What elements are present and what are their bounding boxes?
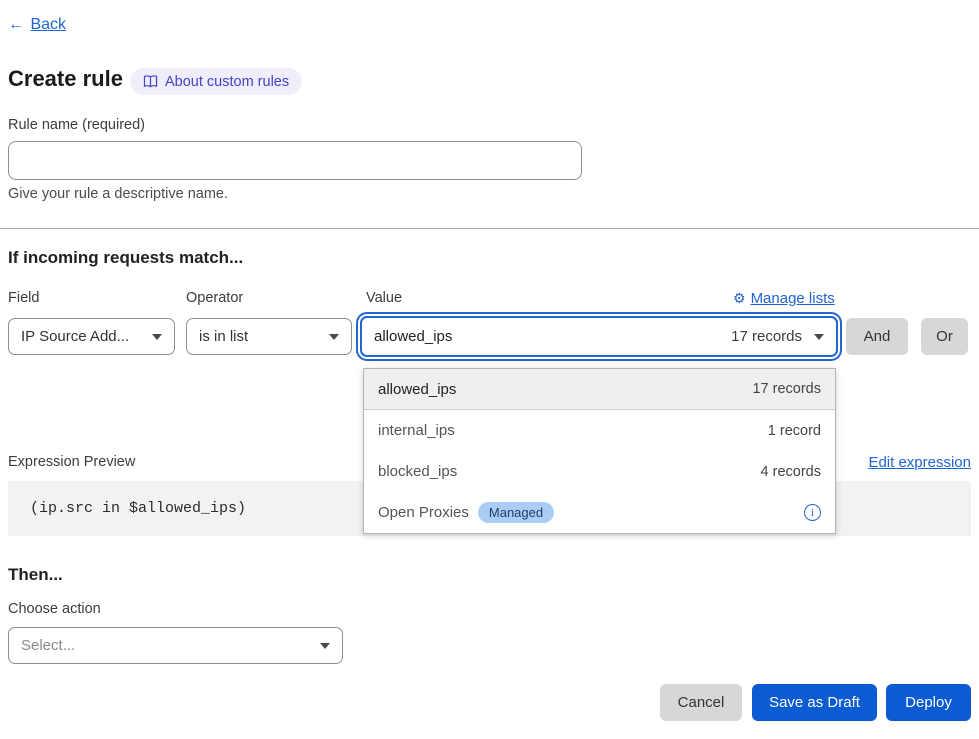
- managed-badge: Managed: [478, 502, 554, 523]
- option-records: 4 records: [761, 464, 821, 480]
- field-select-value: IP Source Add...: [21, 328, 129, 345]
- field-select[interactable]: IP Source Add...: [8, 318, 175, 355]
- section-divider: [0, 228, 979, 229]
- operator-label: Operator: [186, 290, 243, 306]
- then-section-heading: Then...: [8, 565, 63, 585]
- option-name: Open Proxies: [378, 504, 469, 521]
- value-label: Value: [366, 290, 402, 306]
- operator-select-value: is in list: [199, 328, 248, 345]
- about-custom-rules-link[interactable]: About custom rules: [130, 68, 302, 95]
- option-name: internal_ips: [378, 422, 455, 439]
- expression-preview-label: Expression Preview: [8, 454, 135, 470]
- dropdown-option-allowed-ips[interactable]: allowed_ips 17 records: [364, 369, 835, 410]
- about-badge-label: About custom rules: [165, 74, 289, 90]
- value-select[interactable]: allowed_ips 17 records: [360, 316, 838, 357]
- option-records: 1 record: [768, 423, 821, 439]
- dropdown-option-open-proxies[interactable]: Open Proxies Managed i: [364, 492, 835, 533]
- operator-select[interactable]: is in list: [186, 318, 352, 355]
- rule-name-input[interactable]: [8, 141, 582, 180]
- action-select[interactable]: Select...: [8, 627, 343, 664]
- action-select-placeholder: Select...: [21, 637, 75, 654]
- back-label: Back: [30, 16, 66, 33]
- chevron-down-icon: [329, 334, 339, 340]
- value-select-value: allowed_ips: [374, 328, 452, 345]
- manage-lists-label: Manage lists: [751, 290, 835, 307]
- page-title: Create rule: [8, 66, 123, 92]
- deploy-button[interactable]: Deploy: [886, 684, 971, 721]
- gear-icon: ⚙: [733, 290, 746, 307]
- dropdown-option-internal-ips[interactable]: internal_ips 1 record: [364, 410, 835, 451]
- option-name: blocked_ips: [378, 463, 457, 480]
- option-records: 17 records: [752, 381, 821, 397]
- chevron-down-icon: [152, 334, 162, 340]
- rule-name-label: Rule name (required): [8, 117, 145, 133]
- chevron-down-icon: [320, 643, 330, 649]
- chevron-down-icon: [814, 334, 824, 340]
- match-section-heading: If incoming requests match...: [8, 248, 243, 268]
- rule-name-help: Give your rule a descriptive name.: [8, 186, 228, 202]
- choose-action-label: Choose action: [8, 601, 101, 617]
- back-link[interactable]: ← Back: [8, 16, 66, 34]
- and-button[interactable]: And: [846, 318, 908, 355]
- or-button[interactable]: Or: [921, 318, 968, 355]
- book-icon: [143, 75, 158, 88]
- dropdown-option-blocked-ips[interactable]: blocked_ips 4 records: [364, 451, 835, 492]
- expression-code: (ip.src in $allowed_ips): [30, 500, 246, 517]
- edit-expression-link[interactable]: Edit expression: [868, 454, 971, 471]
- value-dropdown-menu: allowed_ips 17 records internal_ips 1 re…: [363, 368, 836, 534]
- info-icon[interactable]: i: [804, 504, 821, 521]
- create-rule-page: ← Back Create rule About custom rules Ru…: [0, 0, 979, 739]
- manage-lists-link[interactable]: ⚙ Manage lists: [733, 290, 835, 307]
- back-arrow-icon: ←: [8, 16, 24, 33]
- field-label: Field: [8, 290, 39, 306]
- cancel-button[interactable]: Cancel: [660, 684, 742, 721]
- option-name: allowed_ips: [378, 381, 456, 398]
- save-as-draft-button[interactable]: Save as Draft: [752, 684, 877, 721]
- value-select-records: 17 records: [731, 328, 802, 345]
